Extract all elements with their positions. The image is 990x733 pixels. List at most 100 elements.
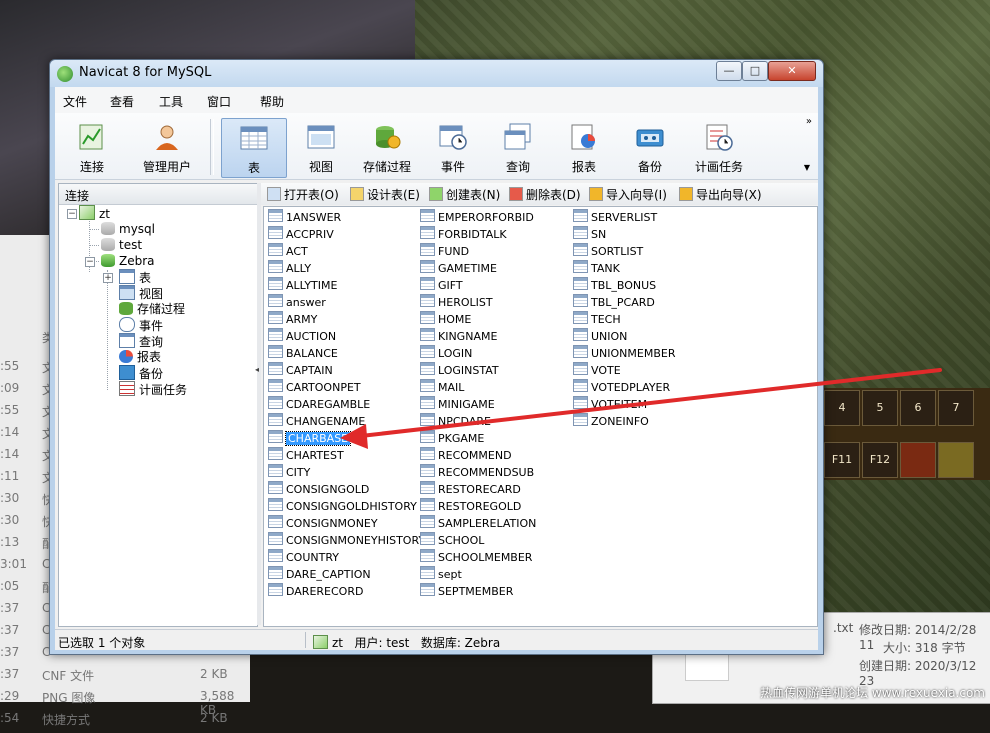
minimize-button[interactable]: — [716,61,742,81]
table-item[interactable]: CHARBASE [268,430,352,446]
table-item[interactable]: UNIONMEMBER [573,345,675,361]
table-item[interactable]: SORTLIST [573,243,643,259]
tree-expander-zebra[interactable]: − [85,257,95,267]
maximize-button[interactable]: □ [742,61,768,81]
tree-node-schedule[interactable]: 计画任务 [119,381,187,397]
table-item[interactable]: SN [573,226,606,242]
toolbar-events-button[interactable]: 事件 [421,118,485,176]
open-table-button[interactable]: 打开表(O) [267,186,339,203]
table-item[interactable]: SAMPLERELATION [420,515,536,531]
tree-db-mysql[interactable]: mysql [101,221,155,237]
toolbar-backup-button[interactable]: 备份 [618,118,682,176]
table-item[interactable]: RESTOREGOLD [420,498,521,514]
table-item[interactable]: CONSIGNMONEY [268,515,378,531]
menu-view[interactable]: 查看 [110,93,134,110]
tree-node-events[interactable]: 事件 [119,317,163,333]
design-table-button[interactable]: 设计表(E) [350,186,420,203]
table-item[interactable]: EMPERORFORBID [420,209,534,225]
toolbar-views-button[interactable]: 视图 [289,118,353,176]
table-item[interactable]: FUND [420,243,469,259]
toolbar-procedures-button[interactable]: 存储过程 [355,118,419,176]
table-item[interactable]: SEPTMEMBER [420,583,513,599]
table-item[interactable]: PKGAME [420,430,484,446]
table-item[interactable]: NPCDARE [420,413,491,429]
table-item[interactable]: MAIL [420,379,464,395]
table-item[interactable]: ACCPRIV [268,226,334,242]
table-item[interactable]: FORBIDTALK [420,226,507,242]
table-item[interactable]: UNION [573,328,627,344]
tree-connection-zt[interactable]: zt [79,205,110,221]
table-item[interactable]: AUCTION [268,328,336,344]
table-item[interactable]: SERVERLIST [573,209,657,225]
table-item[interactable]: VOTE [573,362,621,378]
table-item[interactable]: LOGIN [420,345,472,361]
table-item[interactable]: VOTEDPLAYER [573,379,670,395]
toolbar-overflow-icon[interactable]: » [806,116,812,127]
tree-node-reports[interactable]: 报表 [119,349,161,365]
menu-tools[interactable]: 工具 [159,93,183,110]
table-item[interactable]: TECH [573,311,621,327]
table-item[interactable]: ZONEINFO [573,413,649,429]
tree-node-queries[interactable]: 查询 [119,333,163,349]
tree-expander-zt[interactable]: − [67,209,77,219]
table-item[interactable]: SCHOOLMEMBER [420,549,532,565]
toolbar-connect-button[interactable]: 连接 [60,118,124,176]
table-item[interactable]: TANK [573,260,620,276]
tree-expander-tables[interactable]: + [103,273,113,283]
toolbar-reports-button[interactable]: 报表 [552,118,616,176]
table-item[interactable]: CHARTEST [268,447,344,463]
table-item[interactable]: TBL_BONUS [573,277,656,293]
tree-node-views[interactable]: 视图 [119,285,163,301]
table-item[interactable]: SCHOOL [420,532,484,548]
table-item[interactable]: ACT [268,243,308,259]
tree-node-backup[interactable]: 备份 [119,365,163,381]
table-item[interactable]: DARE_CAPTION [268,566,371,582]
table-item[interactable]: CHANGENAME [268,413,365,429]
table-item[interactable]: LOGINSTAT [420,362,499,378]
table-item[interactable]: CONSIGNGOLD [268,481,369,497]
table-item[interactable]: ARMY [268,311,317,327]
table-item[interactable]: HOME [420,311,471,327]
toolbar-schedule-button[interactable]: 计画任务 [684,118,754,176]
table-item[interactable]: TBL_PCARD [573,294,655,310]
toolbar-dropdown-icon[interactable]: ▼ [804,163,810,172]
table-item[interactable]: RECOMMENDSUB [420,464,534,480]
table-item[interactable]: RECOMMEND [420,447,512,463]
table-item[interactable]: DARERECORD [268,583,363,599]
title-bar[interactable]: Navicat 8 for MySQL — □ ✕ [50,60,823,87]
table-item[interactable]: HEROLIST [420,294,493,310]
table-item[interactable]: ALLYTIME [268,277,337,293]
table-item[interactable]: GAMETIME [420,260,497,276]
table-item[interactable]: CONSIGNGOLDHISTORY [268,498,417,514]
tree-db-test[interactable]: test [101,237,142,253]
table-item[interactable]: CARTOONPET [268,379,361,395]
table-item[interactable]: GIFT [420,277,463,293]
table-item[interactable]: KINGNAME [420,328,497,344]
table-item[interactable]: CONSIGNMONEYHISTORY [268,532,425,548]
table-item[interactable]: answer [268,294,326,310]
toolbar-manage-users-button[interactable]: 管理用户 [127,118,207,176]
menu-help[interactable]: 帮助 [260,93,284,110]
export-wizard-button[interactable]: 导出向导(X) [679,186,762,203]
tree-node-tables[interactable]: 表 [119,269,151,285]
table-item[interactable]: CITY [268,464,310,480]
table-item[interactable]: BALANCE [268,345,338,361]
close-button[interactable]: ✕ [768,61,816,81]
table-item[interactable]: CDAREGAMBLE [268,396,370,412]
table-item[interactable]: RESTORECARD [420,481,521,497]
create-table-button[interactable]: 创建表(N) [429,186,500,203]
table-item[interactable]: VOTEITEM [573,396,647,412]
panel-splitter[interactable] [255,183,261,625]
toolbar-queries-button[interactable]: 查询 [486,118,550,176]
table-item[interactable]: COUNTRY [268,549,339,565]
menu-file[interactable]: 文件 [63,93,87,110]
menu-window[interactable]: 窗口 [207,93,231,110]
table-item[interactable]: ALLY [268,260,311,276]
table-item[interactable]: 1ANSWER [268,209,341,225]
toolbar-tables-button[interactable]: 表 [221,118,287,178]
tree-node-procedures[interactable]: 存储过程 [119,301,185,317]
import-wizard-button[interactable]: 导入向导(I) [589,186,667,203]
table-item[interactable]: MINIGAME [420,396,495,412]
table-item[interactable]: CAPTAIN [268,362,333,378]
table-item[interactable]: sept [420,566,462,582]
